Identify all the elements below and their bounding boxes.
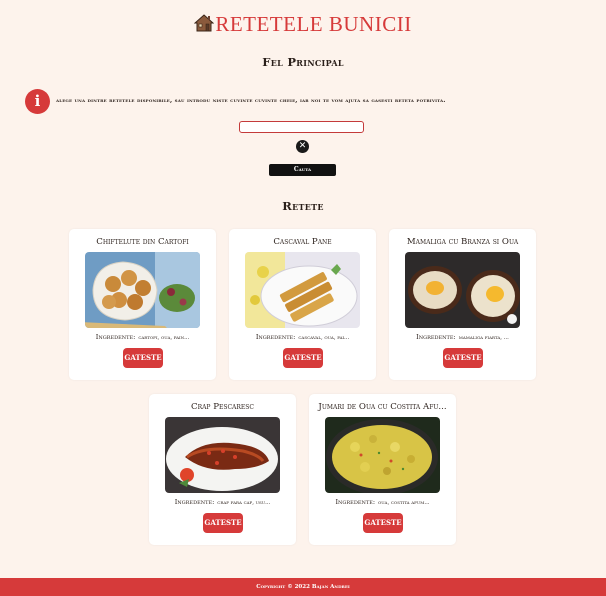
search-input[interactable] (239, 121, 364, 133)
house-icon[interactable] (193, 13, 215, 33)
recipe-title[interactable]: Cascaval Pane (233, 237, 372, 247)
recipe-image[interactable] (165, 417, 280, 493)
search-button[interactable]: Cauta (269, 164, 336, 176)
recipe-title[interactable]: Mamaliga cu Branza si Oua (393, 237, 532, 247)
cook-button[interactable]: GATESTE (443, 348, 483, 368)
recipe-title[interactable]: Crap Pescaresc (153, 402, 292, 412)
recipe-card[interactable]: Crap Pescaresc Ingredente: crap fara cap,… (149, 394, 296, 545)
cook-button[interactable]: GATESTE (203, 513, 243, 533)
recipe-ingredients: Ingredente: mamaliga fiarta, ... (416, 333, 509, 341)
recipe-ingredients: Ingredente: crap fara cap, usu... (174, 498, 271, 506)
recipe-image[interactable] (405, 252, 520, 328)
recipe-card[interactable]: Mamaliga cu Branza si Oua Ingredente: mam… (389, 229, 536, 380)
info-icon: i (25, 89, 50, 114)
recipe-image[interactable] (325, 417, 440, 493)
recipe-title[interactable]: Chiftelute din Cartofi (73, 237, 212, 247)
info-text: alege una dintre retetele disponibile, s… (56, 97, 446, 104)
recipe-ingredients: Ingredente: cascaval, oua, pai... (255, 333, 350, 341)
recipe-card[interactable]: Cascaval Pane Ingredente: cascaval, oua, … (229, 229, 376, 380)
category-title: Fel Principal (262, 55, 344, 69)
info-message: i alege una dintre retetele disponibile,… (25, 89, 605, 115)
recipes-title: Retete (282, 199, 324, 213)
recipe-ingredients: Ingredente: cartofi, oua, pain... (95, 333, 190, 341)
recipe-title[interactable]: Jumari de Oua cu Costita Afu... (313, 402, 452, 412)
recipe-card[interactable]: Chiftelute din Cartofi Ingredente: cartof… (69, 229, 216, 380)
cook-button[interactable]: GATESTE (363, 513, 403, 533)
cook-button[interactable]: GATESTE (123, 348, 163, 368)
recipe-card[interactable]: Jumari de Oua cu Costita Afu... Ingreden… (309, 394, 456, 545)
footer-copyright: Copyright © 2022 Bajan Andrei (0, 578, 606, 596)
site-title[interactable]: RETETELE BUNICII (215, 12, 411, 36)
recipe-ingredients: Ingredente: oua, costita afum... (335, 498, 430, 506)
site-header: RETETELE BUNICII (0, 12, 606, 37)
close-icon[interactable]: ✕ (296, 140, 309, 153)
recipe-image[interactable] (245, 252, 360, 328)
cook-button[interactable]: GATESTE (283, 348, 323, 368)
recipe-image[interactable] (85, 252, 200, 328)
